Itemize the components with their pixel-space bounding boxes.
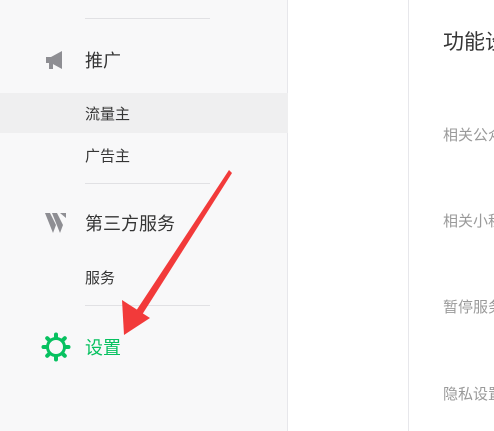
sidebar-item-services[interactable]: 服务 xyxy=(0,257,288,297)
settings-panel: 功能设 相关公众号 相关小程序 暂停服务设置 隐私设置 xyxy=(408,0,494,431)
page: 推广 流量主 广告主 第三方服务 服务 设置 功能 相关公 相关小 暂停服 隐私… xyxy=(0,0,494,431)
sidebar-divider xyxy=(85,305,210,306)
megaphone-icon xyxy=(41,45,71,75)
sidebar-item-label: 广告主 xyxy=(85,146,131,165)
setting-row-pause-service[interactable]: 暂停服务设置 xyxy=(443,296,494,317)
sidebar-item-label: 服务 xyxy=(85,268,116,287)
panel-title: 功能设 xyxy=(443,30,494,54)
sidebar-item-advertiser[interactable]: 广告主 xyxy=(0,135,288,175)
sidebar-divider xyxy=(85,18,210,19)
third-party-logo-icon xyxy=(41,208,71,238)
sidebar-group-label: 第三方服务 xyxy=(85,214,175,235)
sidebar-group-promotion[interactable]: 推广 xyxy=(0,35,288,85)
gear-icon xyxy=(41,332,71,362)
sidebar-group-settings[interactable]: 设置 xyxy=(0,322,288,372)
sidebar-group-label: 设置 xyxy=(85,338,121,359)
sidebar-divider xyxy=(85,183,210,184)
setting-row-related-accounts[interactable]: 相关公众号 xyxy=(443,124,494,145)
sidebar: 推广 流量主 广告主 第三方服务 服务 设置 xyxy=(0,0,288,431)
main-area xyxy=(289,0,408,431)
sidebar-group-third-party[interactable]: 第三方服务 xyxy=(0,198,288,248)
sidebar-group-label: 推广 xyxy=(85,51,121,72)
sidebar-item-label: 流量主 xyxy=(85,104,131,123)
sidebar-item-traffic-host[interactable]: 流量主 xyxy=(0,93,288,133)
setting-row-related-miniprograms[interactable]: 相关小程序 xyxy=(443,210,494,231)
setting-row-privacy[interactable]: 隐私设置 xyxy=(443,383,494,404)
